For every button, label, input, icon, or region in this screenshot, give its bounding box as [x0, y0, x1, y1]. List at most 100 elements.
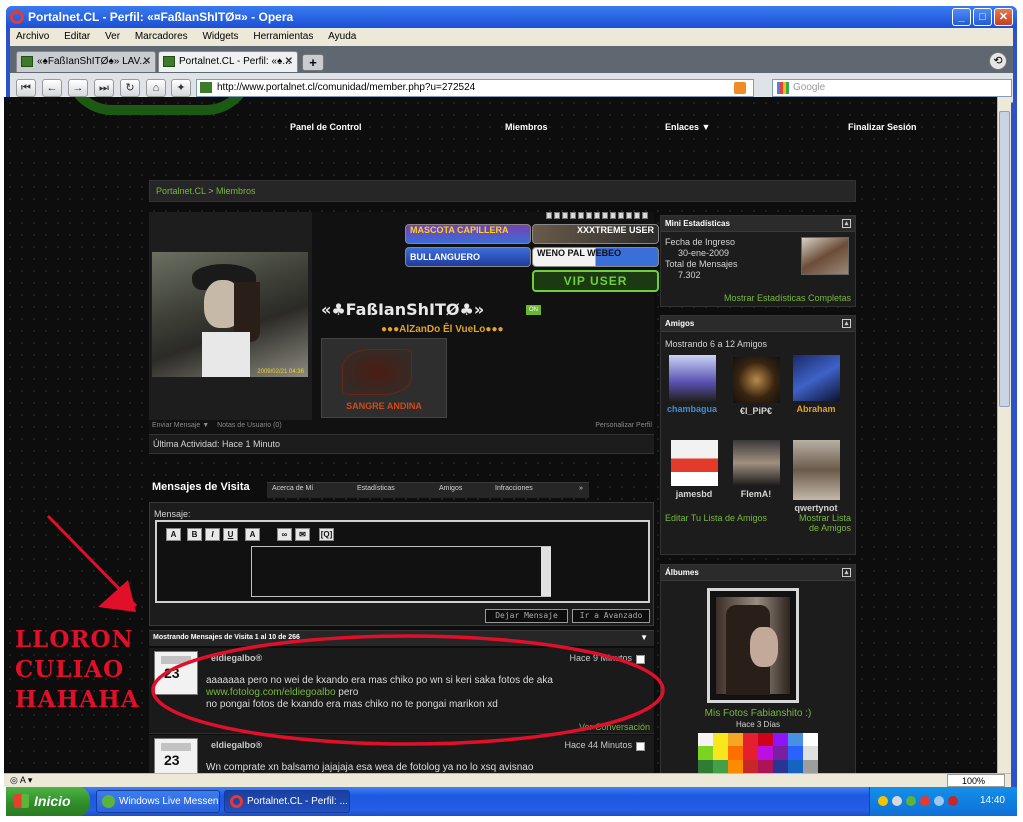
menu-marcadores[interactable]: Marcadores: [135, 31, 188, 42]
minimize-button[interactable]: _: [952, 8, 971, 26]
annotation-line: CULIAO: [15, 656, 125, 683]
visitor-message-form: Mensaje: A B I U A ∞ ✉ [Q] Dejar Mensaje…: [149, 502, 654, 626]
mini-stats-avatar: [801, 237, 849, 275]
message-avatar[interactable]: 23: [154, 738, 198, 773]
message-line: Wn comprate xn balsamo jajajaja esa wea …: [206, 762, 534, 773]
new-tab-button[interactable]: +: [302, 54, 324, 71]
menu-ver[interactable]: Ver: [105, 31, 120, 42]
album-mosaic[interactable]: [698, 733, 818, 773]
breadcrumb-home[interactable]: Portalnet.CL: [156, 186, 206, 196]
full-stats-link[interactable]: Mostrar Estadísticas Completas: [724, 293, 851, 303]
scrollbar-thumb[interactable]: [999, 111, 1010, 407]
leave-message-button[interactable]: Dejar Mensaje: [485, 609, 568, 623]
friends-header: Amigos ▴: [661, 316, 855, 332]
nav-enlaces[interactable]: Enlaces ▼: [665, 122, 710, 132]
nav-miembros[interactable]: Miembros: [505, 122, 548, 132]
zoom-control[interactable]: 100%: [947, 774, 1005, 787]
friend-item[interactable]: jamesbd: [668, 440, 720, 499]
tray-icon[interactable]: [934, 796, 944, 806]
task-opera[interactable]: Portalnet.CL - Perfil: ...: [224, 790, 350, 813]
tray-icon[interactable]: [892, 796, 902, 806]
go-advanced-button[interactable]: Ir a Avanzado: [572, 609, 650, 623]
forward-icon[interactable]: →: [68, 79, 88, 97]
message-avatar[interactable]: 23: [154, 651, 198, 695]
message-checkbox[interactable]: [636, 655, 645, 664]
reload-icon[interactable]: ↻: [120, 79, 140, 97]
send-message-link[interactable]: Enviar Mensaje ▼: [152, 422, 209, 429]
closed-tabs-icon[interactable]: ⟲: [989, 52, 1007, 70]
tab-estadisticas[interactable]: Estadísticas: [357, 485, 395, 492]
tray-icon[interactable]: [948, 796, 958, 806]
search-input[interactable]: Google: [772, 79, 1012, 97]
fotolog-link[interactable]: www.fotolog.com/eldiegoalbo: [206, 687, 336, 698]
album-title-link[interactable]: Mis Fotos Fabianshito :): [660, 708, 856, 719]
menu-ayuda[interactable]: Ayuda: [328, 31, 356, 42]
friend-item[interactable]: €l_PiP€: [730, 357, 782, 416]
url-input[interactable]: http://www.portalnet.cl/comunidad/member…: [196, 79, 754, 97]
menu-editar[interactable]: Editar: [64, 31, 90, 42]
textarea-scrollbar[interactable]: [541, 547, 551, 596]
menu-archivo[interactable]: Archivo: [16, 31, 49, 42]
home-icon[interactable]: ⌂: [146, 79, 166, 97]
show-friends-link[interactable]: Mostrar Lista de Amigos: [787, 513, 851, 533]
menu-herramientas[interactable]: Herramientas: [253, 31, 313, 42]
tab-perfil[interactable]: Portalnet.CL - Perfil: «♠... ✕: [158, 51, 298, 72]
close-tab-icon[interactable]: ✕: [285, 52, 293, 71]
start-button[interactable]: Inicio: [6, 787, 90, 816]
breadcrumb-current[interactable]: Miembros: [216, 186, 256, 196]
link-icon[interactable]: ∞: [277, 528, 292, 541]
rewind-icon[interactable]: ⏮: [16, 79, 36, 97]
rss-icon[interactable]: [734, 82, 746, 94]
collapse-icon[interactable]: ▼: [640, 631, 648, 645]
text-color-icon[interactable]: A: [245, 528, 260, 541]
collapse-icon[interactable]: ▴: [842, 219, 851, 228]
close-button[interactable]: ✕: [994, 8, 1013, 26]
view-conversation-link[interactable]: Ver Conversación: [579, 722, 650, 732]
tray-icon[interactable]: [878, 796, 888, 806]
bold-icon[interactable]: B: [187, 528, 202, 541]
tab-acerca-de-mi[interactable]: Acerca de Mí: [272, 485, 313, 492]
message-author[interactable]: eldiegalbo®: [211, 653, 262, 663]
message-checkbox[interactable]: [636, 742, 645, 751]
friend-item[interactable]: Abraham: [790, 355, 842, 414]
tray-icon[interactable]: [920, 796, 930, 806]
tab-amigos[interactable]: Amigos: [439, 485, 462, 492]
friend-item[interactable]: FlemA!: [730, 440, 782, 499]
profile-header: 2009/02/21 04:36 MASCOTA CAPILLERA XXXTR…: [149, 212, 659, 452]
tab-mensajes-de-visita[interactable]: Mensajes de Visita: [149, 478, 267, 500]
album-cover[interactable]: [707, 588, 799, 703]
friend-item[interactable]: chambagua: [666, 355, 718, 414]
wand-icon[interactable]: ✦: [171, 79, 191, 97]
album-date: Hace 3 Días: [735, 720, 781, 729]
back-icon[interactable]: ←: [42, 79, 62, 97]
task-messenger[interactable]: Windows Live Messen...: [96, 790, 220, 813]
tab-lav[interactable]: «♠FaßIanShITØ♠» LAV... ✕: [16, 51, 156, 72]
user-notes-link[interactable]: Notas de Usuario (0): [217, 422, 282, 429]
fast-forward-icon[interactable]: ⏭: [94, 79, 114, 97]
quote-icon[interactable]: [Q]: [319, 528, 334, 541]
customize-profile-link[interactable]: Personalizar Perfil: [595, 419, 652, 433]
close-tab-icon[interactable]: ✕: [143, 52, 151, 71]
page-scrollbar[interactable]: [997, 97, 1011, 773]
nav-panel-control[interactable]: Panel de Control: [290, 122, 362, 132]
maximize-button[interactable]: □: [973, 8, 992, 26]
nav-finalizar-sesion[interactable]: Finalizar Sesión: [848, 122, 917, 132]
underline-icon[interactable]: U: [223, 528, 238, 541]
collapse-icon[interactable]: ▴: [842, 319, 851, 328]
message-author[interactable]: eldiegalbo®: [211, 740, 262, 750]
message-textarea[interactable]: [251, 546, 551, 597]
menu-widgets[interactable]: Widgets: [202, 31, 238, 42]
font-color-icon[interactable]: A: [166, 528, 181, 541]
tray-icon[interactable]: [906, 796, 916, 806]
italic-icon[interactable]: I: [205, 528, 220, 541]
image-icon[interactable]: ✉: [295, 528, 310, 541]
opera-icon: [230, 795, 243, 808]
breadcrumb: Portalnet.CL > Miembros: [149, 180, 856, 202]
tab-more[interactable]: »: [579, 485, 583, 492]
friend-item[interactable]: qwertynot: [790, 440, 842, 513]
message-time: Hace 9 Minutos: [569, 653, 632, 663]
collapse-icon[interactable]: ▴: [842, 568, 851, 577]
tab-infracciones[interactable]: Infracciones: [495, 485, 533, 492]
edit-friends-link[interactable]: Editar Tu Lista de Amigos: [665, 513, 767, 523]
opera-logo-icon: [10, 10, 24, 24]
